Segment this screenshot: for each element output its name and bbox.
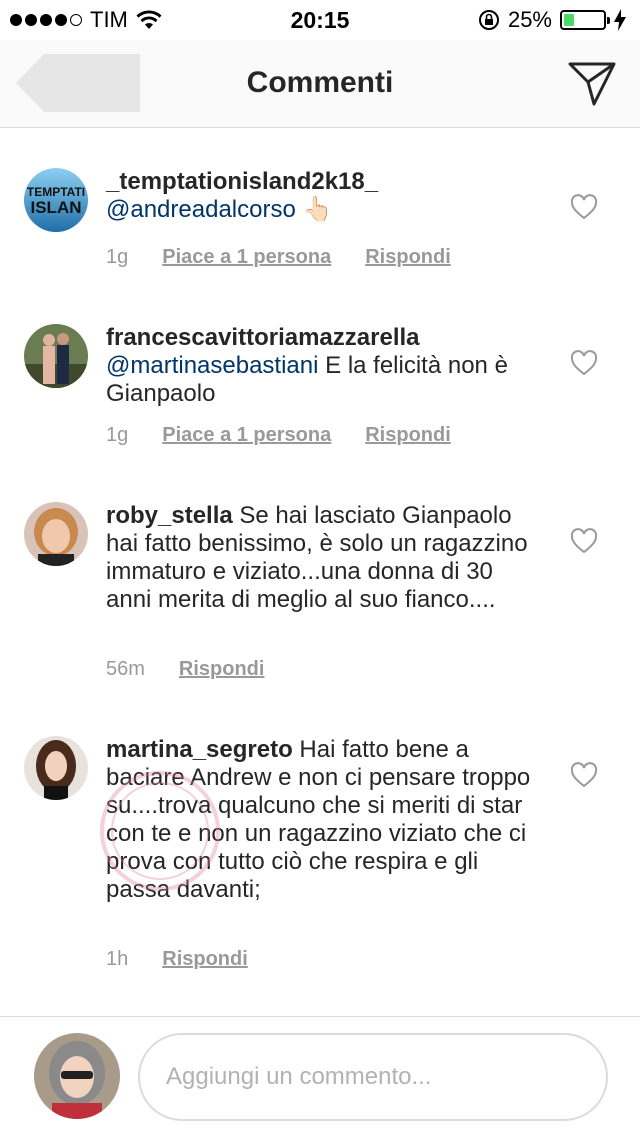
avatar[interactable] (24, 736, 88, 800)
charging-icon (614, 9, 626, 31)
heart-icon[interactable] (570, 194, 598, 220)
comment-time: 56m (106, 658, 145, 680)
heart-icon[interactable] (570, 762, 598, 788)
status-bar: TIM 20:15 25% (0, 0, 640, 40)
comments-list[interactable]: TEMPTATI ISLAN _temptationisland2k18_ @a… (0, 128, 640, 1016)
comment-time: 1g (106, 246, 129, 268)
avatar-photo (24, 736, 88, 800)
comment-time: 1g (106, 424, 129, 446)
comment-meta: 56m Rispondi (106, 658, 264, 681)
avatar-photo (24, 502, 88, 566)
comment-mention[interactable]: @martinasebastiani (106, 352, 318, 379)
comment-username[interactable]: _temptationisland2k18_ (106, 168, 536, 196)
comment-meta: 1g Piace a 1 persona Rispondi (106, 424, 451, 447)
likes-link[interactable]: Piace a 1 persona (162, 246, 331, 269)
reply-link[interactable]: Rispondi (162, 948, 248, 971)
page-title: Commenti (246, 66, 394, 99)
watermark (100, 771, 220, 891)
nav-bar: Commenti (0, 40, 640, 128)
battery-percent: 25% (507, 7, 552, 32)
comment-text: 👆🏻 (302, 196, 333, 223)
reply-link[interactable]: Rispondi (365, 424, 451, 447)
heart-icon[interactable] (570, 528, 598, 554)
comment-composer: Aggiungi un commento... (0, 1016, 640, 1136)
avatar[interactable] (24, 324, 88, 388)
send-icon[interactable] (568, 60, 616, 106)
comment-body: francescavittoriamazzarella @martinaseba… (106, 324, 536, 408)
likes-link[interactable]: Piace a 1 persona (162, 424, 331, 447)
comment-body: _temptationisland2k18_ @andreadalcorso 👆… (106, 168, 536, 224)
status-right: 25% (478, 7, 626, 33)
svg-text:ISLAN: ISLAN (31, 198, 82, 217)
comment-meta: 1h Rispondi (106, 948, 248, 971)
reply-link[interactable]: Rispondi (365, 246, 451, 269)
reply-link[interactable]: Rispondi (179, 658, 265, 681)
comment-body: roby_stella Se hai lasciato Gianpaolo ha… (106, 502, 536, 614)
avatar[interactable] (24, 502, 88, 566)
avatar (34, 1033, 120, 1119)
avatar[interactable]: TEMPTATI ISLAN (24, 168, 88, 232)
rotation-lock-icon (478, 10, 499, 30)
svg-text:TEMPTATI: TEMPTATI (27, 185, 85, 199)
comment-username[interactable]: francescavittoriamazzarella (106, 324, 536, 352)
comment-time: 1h (106, 948, 129, 970)
battery-icon (560, 10, 610, 30)
comment-username[interactable]: roby_stella (106, 502, 233, 529)
comment-meta: 1g Piace a 1 persona Rispondi (106, 246, 451, 269)
temptation-island-logo: TEMPTATI ISLAN (24, 168, 88, 232)
heart-icon[interactable] (570, 350, 598, 376)
avatar-photo (34, 1033, 120, 1119)
comment-mention[interactable]: @andreadalcorso (106, 196, 296, 223)
comment-input[interactable]: Aggiungi un commento... (138, 1033, 608, 1121)
avatar-photo (24, 324, 88, 388)
